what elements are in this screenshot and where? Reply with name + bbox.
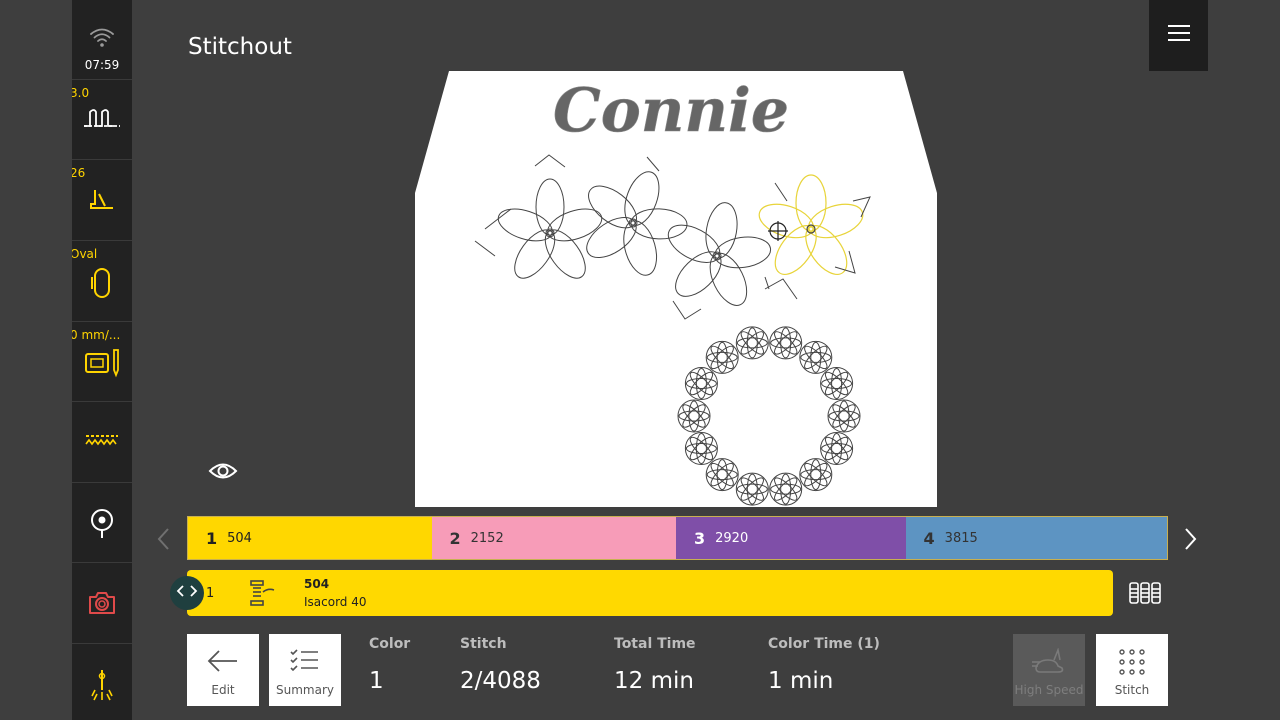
color-segment-2[interactable]: 2 2152 (431, 517, 676, 559)
color-segment-code: 2920 (715, 530, 749, 546)
eye-icon (208, 463, 238, 488)
sidebar-item-location[interactable] (72, 483, 132, 563)
sidebar-item-presser-foot[interactable]: 26 (72, 160, 132, 241)
clock-time: 07:59 (84, 58, 120, 72)
thread-tension-icon (72, 106, 132, 134)
stitch-button-label: Stitch (1114, 683, 1150, 697)
color-segment-code: 504 (227, 530, 252, 546)
color-sequence-bar: 1 504 2 2152 3 2920 4 3815 (187, 516, 1168, 560)
camera-icon (72, 589, 132, 617)
summary-button[interactable]: Summary (269, 634, 341, 706)
color-label: Color (369, 636, 411, 652)
color-segment-4[interactable]: 4 3815 (905, 517, 1167, 559)
needle-light-icon (72, 668, 132, 702)
arrow-left-icon (206, 634, 240, 679)
spools-icon (1128, 582, 1162, 610)
color-segment-number: 2 (449, 528, 461, 548)
chevron-right-icon (1178, 528, 1202, 556)
sidebar-item-hoop[interactable]: Oval (72, 241, 132, 322)
total-time-value: 12 min (614, 668, 694, 694)
colors-next-button[interactable] (1178, 526, 1202, 552)
stitch-grid-icon (1118, 634, 1146, 681)
menu-button[interactable] (1149, 0, 1208, 71)
stitch-label: Stitch (460, 636, 507, 652)
hoop-value: Oval (72, 247, 98, 261)
info-stitch: Stitch 2/4088 (460, 636, 541, 694)
hoop-oval-icon (72, 267, 132, 299)
stitch-value: 2/4088 (460, 668, 541, 694)
color-segment-number: 4 (923, 528, 935, 548)
hamburger-icon (1167, 24, 1191, 47)
sidebar-item-thread-tension[interactable]: 3.0 (72, 80, 132, 160)
color-segment-1[interactable]: 1 504 (188, 517, 432, 559)
color-segment-number: 3 (694, 528, 706, 548)
feed-dogs-icon (72, 432, 132, 448)
total-time-label: Total Time (614, 636, 696, 652)
embroidery-canvas[interactable]: Connie (415, 71, 937, 507)
app-root: 07:59 3.0 26 Oval 0 mm/... Stitchout Con… (0, 0, 1280, 720)
high-speed-button[interactable]: High Speed (1013, 634, 1085, 706)
left-gutter (0, 0, 72, 720)
edit-button-label: Edit (211, 683, 235, 697)
thread-number: 1 (206, 586, 215, 601)
rabbit-icon (1030, 634, 1068, 681)
color-segment-code: 2152 (470, 530, 504, 546)
design-text-connie: Connie (553, 76, 789, 146)
presser-foot-value: 26 (72, 166, 86, 180)
info-color-time: Color Time (1) 1 min (768, 636, 880, 694)
thread-bar-toggle-button[interactable] (170, 576, 204, 610)
sidebar-item-needle-position[interactable]: 0 mm/... (72, 322, 132, 402)
thread-brand: Isacord 40 (304, 595, 367, 609)
thread-list-button[interactable] (1128, 580, 1162, 606)
location-pin-icon (72, 507, 132, 541)
edit-button[interactable]: Edit (187, 634, 259, 706)
summary-button-label: Summary (276, 683, 334, 697)
presser-foot-icon (72, 188, 132, 212)
needle-position-icon (72, 348, 132, 378)
preview-toggle-button[interactable] (208, 458, 238, 484)
color-time-value: 1 min (768, 668, 834, 694)
high-speed-button-label: High Speed (1014, 683, 1084, 697)
right-gutter (1208, 0, 1280, 720)
wifi-icon (72, 26, 132, 48)
sidebar-item-needle-light[interactable] (72, 644, 132, 720)
color-segment-code: 3815 (944, 530, 978, 546)
expand-arrows-icon (176, 584, 198, 602)
sidebar: 07:59 3.0 26 Oval 0 mm/... (72, 0, 132, 720)
needle-position-value: 0 mm/... (72, 328, 121, 342)
stitch-button[interactable]: Stitch (1096, 634, 1168, 706)
sidebar-item-wifi[interactable]: 07:59 (72, 0, 132, 80)
thread-code: 504 (304, 577, 330, 591)
colors-prev-button[interactable] (152, 526, 176, 552)
thread-tension-value: 3.0 (72, 86, 90, 100)
color-segment-3[interactable]: 3 2920 (676, 517, 906, 559)
color-segment-number: 1 (206, 528, 218, 548)
color-time-label: Color Time (1) (768, 636, 880, 652)
chevron-left-icon (152, 528, 176, 556)
thread-spool-icon (246, 578, 276, 608)
sidebar-item-feed-dogs[interactable] (72, 402, 132, 483)
sidebar-item-camera[interactable] (72, 563, 132, 644)
color-value: 1 (369, 668, 384, 694)
info-color: Color 1 (369, 636, 410, 694)
checklist-icon (288, 634, 322, 679)
main-area: Stitchout Connie 1 504 2 2152 3 2920 4 3… (132, 0, 1208, 720)
page-title: Stitchout (188, 34, 292, 60)
info-total-time: Total Time 12 min (614, 636, 696, 694)
